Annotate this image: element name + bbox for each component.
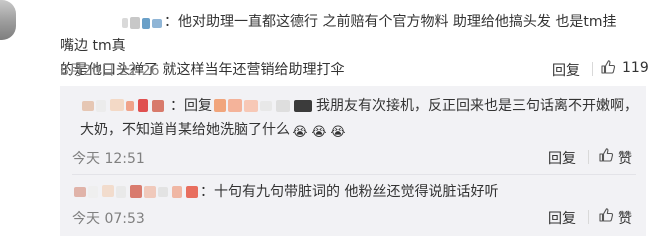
reply-2-like-button[interactable]: 赞 bbox=[618, 208, 632, 228]
reply-button[interactable]: 回复 bbox=[552, 60, 580, 80]
reply-1-line2: 大奶，不知道肖某给她洗脑了什么 bbox=[80, 122, 290, 138]
reply-1-like-button[interactable]: 赞 bbox=[618, 148, 632, 168]
like-count: 119 bbox=[622, 60, 649, 76]
reply-2-line1: 十句有九句带脏词的 他粉丝还觉得说脏话好听 bbox=[214, 184, 499, 200]
crying-emoji: 😭 bbox=[330, 125, 346, 140]
avatar[interactable] bbox=[0, 0, 16, 40]
action-divider bbox=[592, 62, 593, 76]
reply-2-action-divider bbox=[588, 210, 589, 224]
reply-2-reply-button[interactable]: 回复 bbox=[548, 208, 576, 228]
replies-panel: ：回复 我朋友有次接机，反正回来也是三句话离不开嫩啊， 大奶，不知道肖某给她洗脑… bbox=[60, 86, 646, 236]
reply-1-timestamp: 今天 12:51 bbox=[72, 151, 145, 167]
comment-prefix: ： bbox=[164, 14, 178, 30]
thumbs-up-icon[interactable] bbox=[598, 147, 614, 163]
reply-2-username-redacted[interactable] bbox=[72, 185, 200, 199]
crying-emoji: 😭 bbox=[311, 125, 327, 140]
crying-emoji: 😭 bbox=[292, 125, 308, 140]
reply-divider bbox=[72, 174, 636, 175]
reply-1-username-redacted[interactable] bbox=[80, 99, 170, 113]
thumbs-up-icon[interactable] bbox=[600, 59, 616, 75]
reply-1-reply-button[interactable]: 回复 bbox=[548, 148, 576, 168]
reply-1-text: ：回复 我朋友有次接机，反正回来也是三句话离不开嫩啊， 大奶，不知道肖某给她洗脑… bbox=[80, 94, 640, 142]
reply-2-prefix: ： bbox=[200, 184, 214, 200]
thumbs-up-icon[interactable] bbox=[598, 207, 614, 223]
username-redacted[interactable] bbox=[60, 15, 164, 29]
comment-timestamp: 8月20日 22:26 bbox=[60, 63, 160, 79]
reply-1-prefix: ：回复 bbox=[170, 98, 212, 114]
reply-2-timestamp: 今天 07:53 bbox=[72, 211, 145, 227]
reply-1-line1: 我朋友有次接机，反正回来也是三句话离不开嫩啊， bbox=[316, 98, 638, 114]
mentioned-user-redacted[interactable] bbox=[212, 99, 316, 113]
reply-2-text: ：十句有九句带脏词的 他粉丝还觉得说脏话好听 bbox=[72, 180, 632, 204]
reply-1-action-divider bbox=[588, 150, 589, 164]
